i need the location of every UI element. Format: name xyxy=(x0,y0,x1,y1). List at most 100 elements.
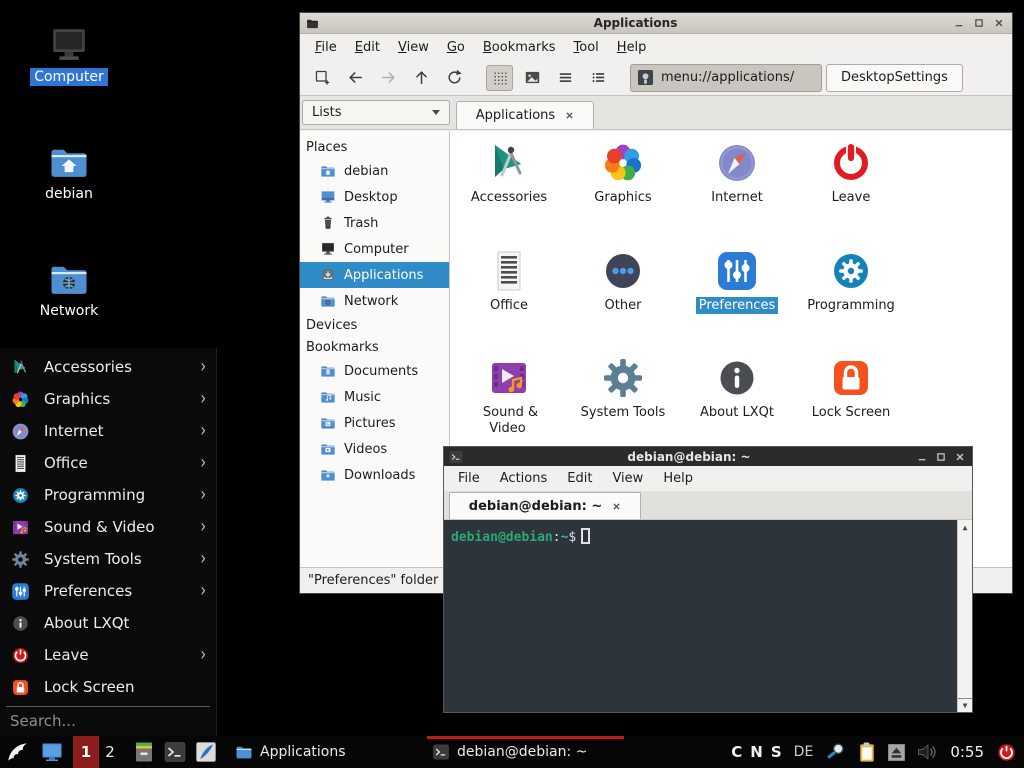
fm-menu-bookmarks[interactable]: Bookmarks xyxy=(474,40,565,55)
workspace-2-button[interactable]: 2 xyxy=(99,743,121,761)
sidebar-item-applications[interactable]: Applications xyxy=(300,262,449,288)
close-button[interactable] xyxy=(953,450,967,464)
forward-icon xyxy=(380,69,397,86)
sidebar-item-desktop[interactable]: Desktop xyxy=(300,184,449,210)
keyboard-layout-indicator[interactable]: DE xyxy=(794,744,814,760)
forward-button[interactable] xyxy=(375,65,402,91)
terminal-menu-view[interactable]: View xyxy=(602,471,653,486)
app-category-internet[interactable]: Internet xyxy=(681,139,793,206)
sidebar-item-network[interactable]: Network xyxy=(300,288,449,314)
app-category-accessories[interactable]: Accessories xyxy=(453,139,565,206)
show-desktop-button[interactable] xyxy=(40,740,64,764)
menu-item-office[interactable]: Office› xyxy=(0,447,216,479)
file-archiver-launcher[interactable] xyxy=(132,740,156,764)
submenu-chevron-icon: › xyxy=(200,356,206,378)
scroll-down-icon[interactable]: ▼ xyxy=(958,698,972,712)
desktop-icon-network[interactable]: Network xyxy=(19,258,119,320)
lxqt-menu-button[interactable] xyxy=(4,739,30,765)
app-category-leave[interactable]: Leave xyxy=(795,139,907,206)
removable-media-tray-icon[interactable] xyxy=(886,742,907,763)
sidebar-item-music[interactable]: Music xyxy=(300,384,449,410)
terminal-content[interactable]: debian@debian:~$ ▲ ▼ xyxy=(444,520,972,712)
menu-item-about-lxqt[interactable]: About LXQt xyxy=(0,607,216,639)
terminal-menu-help[interactable]: Help xyxy=(653,471,703,486)
desktop-icon-debian[interactable]: debian xyxy=(19,141,119,203)
fm-menu-go[interactable]: Go xyxy=(438,40,474,55)
clipboard-tray-icon[interactable] xyxy=(855,741,878,764)
volume-tray-icon[interactable] xyxy=(915,740,939,764)
fm-menu-help[interactable]: Help xyxy=(608,40,656,55)
leave-power-button[interactable] xyxy=(995,741,1018,764)
app-category-other[interactable]: Other xyxy=(567,247,679,314)
scroll-up-icon[interactable]: ▲ xyxy=(958,520,972,534)
fm-titlebar[interactable]: Applications xyxy=(300,13,1012,34)
thumbnail-view-button[interactable] xyxy=(519,65,546,91)
lists-combobox[interactable]: Lists xyxy=(302,100,450,125)
up-button[interactable] xyxy=(408,65,435,91)
sidebar-item-computer[interactable]: Computer xyxy=(300,236,449,262)
icon-view-button[interactable] xyxy=(486,65,513,91)
tab-close-icon[interactable] xyxy=(565,111,574,120)
minimize-button[interactable] xyxy=(952,16,966,30)
menu-item-graphics[interactable]: Graphics› xyxy=(0,383,216,415)
terminal-scrollbar[interactable]: ▲ ▼ xyxy=(957,520,972,712)
app-category-office[interactable]: Office xyxy=(453,247,565,314)
clock[interactable]: 0:55 xyxy=(950,743,984,761)
path-segment-desktopsettings[interactable]: DesktopSettings xyxy=(826,64,963,92)
close-button[interactable] xyxy=(992,16,1006,30)
terminal-tab[interactable]: debian@debian: ~ xyxy=(449,492,641,519)
featherpad-launcher[interactable] xyxy=(194,740,218,764)
terminal-titlebar[interactable]: debian@debian: ~ xyxy=(444,447,972,466)
app-category-about-lxqt[interactable]: About LXQt xyxy=(681,354,793,421)
tab-close-icon[interactable] xyxy=(612,502,621,511)
sidebar-item-downloads[interactable]: Downloads xyxy=(300,462,449,488)
new-tab-button[interactable] xyxy=(309,65,336,91)
sidebar-item-trash[interactable]: Trash xyxy=(300,210,449,236)
menu-item-preferences[interactable]: Preferences› xyxy=(0,575,216,607)
maximize-button[interactable] xyxy=(972,16,986,30)
menu-item-internet[interactable]: Internet› xyxy=(0,415,216,447)
app-category-sound-video[interactable]: Sound & Video xyxy=(453,354,565,437)
sidebar-item-videos[interactable]: Videos xyxy=(300,436,449,462)
workspace-1-button[interactable]: 1 xyxy=(73,736,99,768)
menu-item-lock-screen[interactable]: Lock Screen xyxy=(0,671,216,703)
terminal-menu-edit[interactable]: Edit xyxy=(557,471,602,486)
app-category-lock-screen[interactable]: Lock Screen xyxy=(795,354,907,421)
address-bar[interactable]: menu://applications/ xyxy=(630,64,822,92)
compact-view-button[interactable] xyxy=(585,65,612,91)
reload-button[interactable] xyxy=(441,65,468,91)
maximize-button[interactable] xyxy=(934,450,948,464)
fm-menu-view[interactable]: View xyxy=(389,40,438,55)
detailed-list-button[interactable] xyxy=(552,65,579,91)
app-category-preferences[interactable]: Preferences xyxy=(681,247,793,314)
terminal-menu-file[interactable]: File xyxy=(448,471,490,486)
menu-item-accessories[interactable]: Accessories› xyxy=(0,351,216,383)
terminal-menu-actions[interactable]: Actions xyxy=(490,471,558,486)
task-button-terminal[interactable]: debian@debian: ~ xyxy=(427,736,624,768)
menu-item-sound-video[interactable]: Sound & Video› xyxy=(0,511,216,543)
fm-menu-tool[interactable]: Tool xyxy=(565,40,608,55)
task-button-applications[interactable]: Applications xyxy=(230,736,427,768)
sidebar-item-pictures[interactable]: Pictures xyxy=(300,410,449,436)
app-category-graphics[interactable]: Graphics xyxy=(567,139,679,206)
fm-sidebar: Places debian Desktop Trash Computer App… xyxy=(300,131,450,567)
app-category-programming[interactable]: Programming xyxy=(795,247,907,314)
folder-downloads-icon xyxy=(320,467,336,483)
fm-menu-file[interactable]: File xyxy=(306,40,346,55)
fm-menu-edit[interactable]: Edit xyxy=(346,40,389,55)
terminal-launcher[interactable] xyxy=(163,740,187,764)
app-category-system-tools[interactable]: System Tools xyxy=(567,354,679,421)
menu-item-programming[interactable]: Programming› xyxy=(0,479,216,511)
fm-tab-applications[interactable]: Applications xyxy=(456,101,594,129)
desktop-icon xyxy=(320,189,336,205)
sidebar-item-debian[interactable]: debian xyxy=(300,158,449,184)
back-button[interactable] xyxy=(342,65,369,91)
window-folder-icon xyxy=(306,17,319,30)
sidebar-item-documents[interactable]: Documents xyxy=(300,358,449,384)
desktop-icon-computer[interactable]: Computer xyxy=(19,24,119,86)
minimize-button[interactable] xyxy=(915,450,929,464)
screenshot-tray-icon[interactable] xyxy=(825,741,847,763)
menu-search-input[interactable]: Search... xyxy=(0,707,216,734)
menu-item-system-tools[interactable]: System Tools› xyxy=(0,543,216,575)
menu-item-leave[interactable]: Leave› xyxy=(0,639,216,671)
